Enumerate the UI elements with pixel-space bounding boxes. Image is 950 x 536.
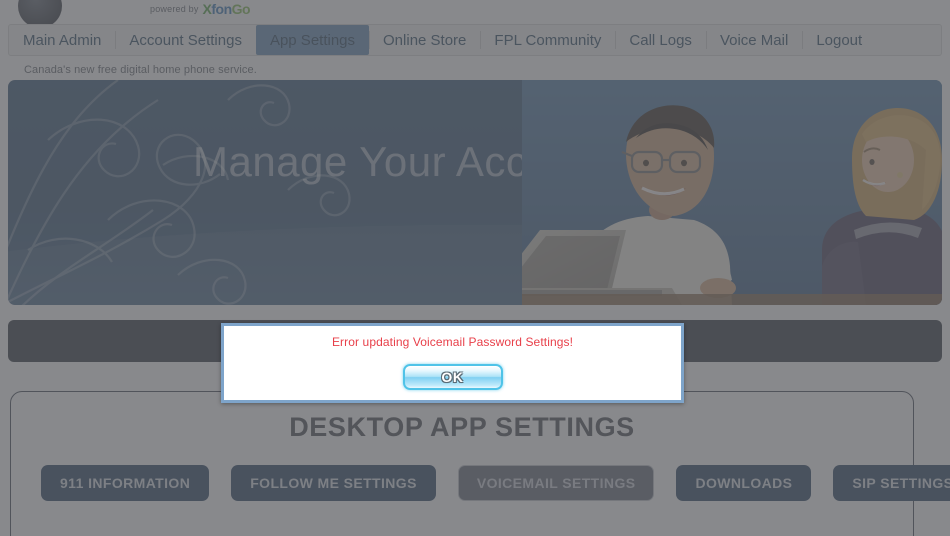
main-navigation: Main Admin Account Settings App Settings… bbox=[8, 24, 942, 56]
tab-911-information[interactable]: 911 INFORMATION bbox=[41, 465, 210, 501]
nav-item-online-store[interactable]: Online Store bbox=[369, 25, 480, 55]
nav-item-app-settings[interactable]: App Settings bbox=[255, 25, 370, 55]
powered-by-text: powered by bbox=[150, 4, 199, 14]
nav-item-account-settings[interactable]: Account Settings bbox=[115, 25, 256, 55]
page-content: powered by XfonGo Main Admin Account Sett… bbox=[0, 0, 950, 536]
nav-item-voice-mail[interactable]: Voice Mail bbox=[705, 25, 802, 55]
tab-sip-settings[interactable]: SIP SETTINGS bbox=[833, 465, 950, 501]
fongo-wordmark-go: Go bbox=[231, 1, 251, 17]
fongo-wordmark-fon: fon bbox=[211, 1, 232, 17]
settings-card: DESKTOP APP SETTINGS 911 INFORMATION FOL… bbox=[10, 391, 950, 536]
error-message: Error updating Voicemail Password Settin… bbox=[331, 335, 574, 349]
hero-banner: Manage Your Account bbox=[8, 80, 942, 305]
tab-follow-me-settings[interactable]: FOLLOW ME SETTINGS bbox=[231, 465, 436, 501]
nav-item-main-admin[interactable]: Main Admin bbox=[9, 25, 115, 55]
page-title: DESKTOP APP SETTINGS bbox=[289, 412, 635, 442]
powered-by-label: powered by XfonGo bbox=[150, 1, 251, 17]
nav-item-call-logs[interactable]: Call Logs bbox=[615, 25, 706, 55]
error-dialog: Error updating Voicemail Password Settin… bbox=[221, 323, 684, 403]
site-tagline: Canada's new free digital home phone ser… bbox=[24, 64, 257, 76]
nav-item-fpl-community[interactable]: FPL Community bbox=[480, 25, 615, 55]
tab-voicemail-settings[interactable]: VOICEMAIL SETTINGS bbox=[457, 465, 655, 501]
hero-photo bbox=[522, 80, 942, 305]
fongo-wordmark: XfonGo bbox=[203, 1, 251, 17]
dialog-button-row: OK bbox=[224, 364, 681, 390]
nav-item-logout[interactable]: Logout bbox=[802, 25, 876, 55]
ok-button[interactable]: OK bbox=[402, 364, 503, 390]
screen: powered by XfonGo Main Admin Account Sett… bbox=[0, 0, 950, 536]
settings-tab-row: 911 INFORMATION FOLLOW ME SETTINGS VOICE… bbox=[41, 465, 950, 501]
tab-downloads[interactable]: DOWNLOADS bbox=[676, 465, 812, 501]
logo-strip: powered by XfonGo bbox=[0, 0, 950, 28]
